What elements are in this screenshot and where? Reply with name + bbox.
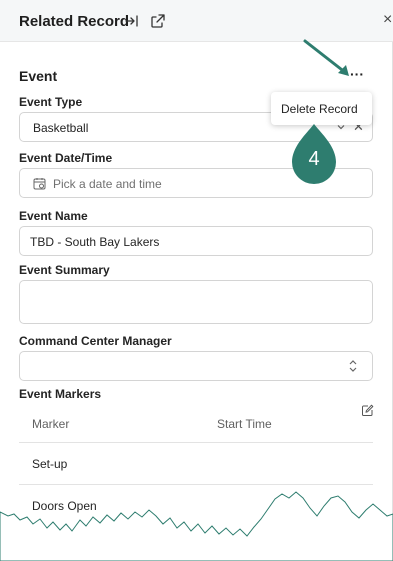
- event-datetime-placeholder: Pick a date and time: [53, 177, 162, 191]
- step-number: 4: [308, 148, 320, 170]
- event-type-value: Basketball: [33, 121, 89, 135]
- marker-cell: Set-up: [32, 457, 68, 471]
- event-name-input[interactable]: TBD - South Bay Lakers: [19, 226, 373, 256]
- event-markers-label: Event Markers: [19, 387, 102, 401]
- open-external-icon[interactable]: [150, 13, 166, 29]
- delete-record-menu-item[interactable]: Delete Record: [281, 102, 358, 116]
- event-name-label: Event Name: [19, 209, 88, 223]
- move-to-side-icon[interactable]: [124, 13, 140, 29]
- command-center-manager-label: Command Center Manager: [19, 334, 172, 348]
- event-summary-label: Event Summary: [19, 263, 110, 277]
- related-record-panel: Related Record × Event ··· Event Type Ba…: [0, 0, 393, 561]
- select-updown-icon[interactable]: [347, 359, 359, 373]
- event-datetime-label: Event Date/Time: [19, 151, 113, 165]
- command-center-manager-select[interactable]: [19, 351, 373, 381]
- column-header-start-time: Start Time: [217, 417, 272, 431]
- event-summary-textarea[interactable]: [19, 280, 373, 324]
- event-name-value: TBD - South Bay Lakers: [30, 235, 160, 249]
- table-row[interactable]: Set-up: [19, 442, 373, 484]
- section-title: Event: [19, 68, 58, 84]
- torn-edge-overlay: [0, 486, 393, 561]
- event-type-label: Event Type: [19, 95, 83, 109]
- pointer-arrow-icon: [302, 38, 354, 80]
- column-header-marker: Marker: [32, 417, 70, 431]
- calendar-icon: [33, 177, 46, 190]
- panel-header: Related Record ×: [0, 0, 393, 42]
- close-icon[interactable]: ×: [383, 10, 392, 30]
- context-menu: Delete Record: [271, 92, 372, 125]
- panel-title: Related Record: [19, 13, 130, 30]
- edit-icon[interactable]: [361, 404, 374, 417]
